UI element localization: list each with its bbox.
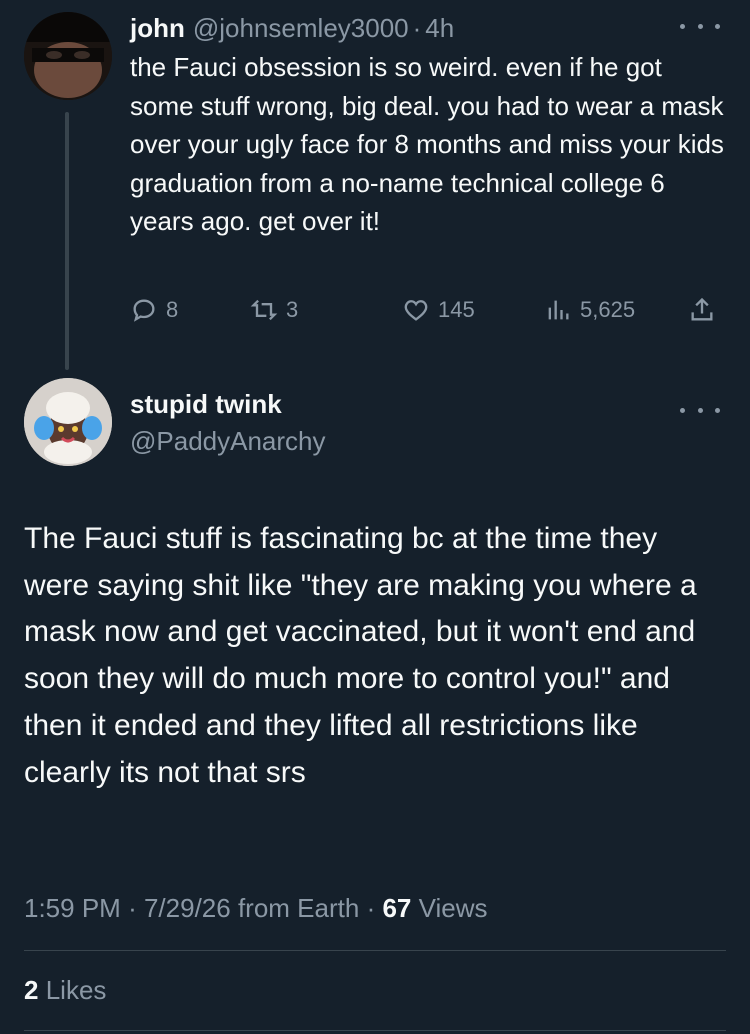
- retweet-button[interactable]: 3: [250, 290, 298, 330]
- tweet-views-label: Views: [418, 893, 488, 923]
- tweet-source: from Earth: [237, 893, 360, 923]
- share-button[interactable]: [688, 290, 724, 330]
- like-button[interactable]: 145: [402, 290, 475, 330]
- avatar-john[interactable]: [24, 12, 112, 100]
- views-count: 5,625: [580, 297, 636, 322]
- tweet-views-count: 67: [382, 893, 412, 923]
- tweet-detail-view: john @johnsemley3000 · 4h the Fauci obse…: [0, 0, 750, 1034]
- tweet-likes-count: 2: [24, 975, 39, 1005]
- reply-count: 8: [166, 297, 179, 322]
- retweet-icon: [250, 299, 278, 321]
- tweet-likes-summary[interactable]: 2 Likes: [24, 972, 106, 1008]
- main-author-name[interactable]: stupid twink: [130, 388, 282, 420]
- tweet-date[interactable]: 7/29/26: [144, 893, 231, 923]
- meta-separator: ·: [366, 893, 376, 923]
- like-count: 145: [438, 297, 475, 322]
- thread-connector-line: [65, 112, 69, 370]
- share-icon: [691, 297, 713, 321]
- more-options-icon[interactable]: [680, 398, 720, 422]
- tweet-likes-label: Likes: [45, 975, 107, 1005]
- header-separator: ·: [412, 13, 422, 43]
- reply-tweet-text: the Fauci obsession is so weird. even if…: [130, 52, 724, 236]
- tweet-metadata: 1:59 PM · 7/29/26 from Earth · 67 Views: [24, 890, 488, 926]
- reply-timestamp[interactable]: 4h: [425, 12, 454, 44]
- more-options-icon[interactable]: [680, 14, 720, 38]
- divider: [24, 1030, 726, 1031]
- main-tweet-text: The Fauci stuff is fascinating bc at the…: [24, 522, 697, 789]
- divider: [24, 950, 726, 951]
- reply-tweet-header: john @johnsemley3000 · 4h: [130, 12, 454, 44]
- reply-icon: [133, 299, 155, 322]
- reply-author-name[interactable]: john: [130, 12, 185, 44]
- views-button[interactable]: 5,625: [544, 290, 635, 330]
- tweet-time[interactable]: 1:59 PM: [24, 893, 121, 923]
- meta-separator: ·: [128, 893, 137, 923]
- avatar-stupid-twink[interactable]: [24, 378, 112, 466]
- retweet-count: 3: [286, 297, 299, 322]
- reply-action-bar: 8 3 145 5,625: [130, 290, 730, 330]
- views-icon: [548, 300, 569, 320]
- reply-author-handle[interactable]: @johnsemley3000: [193, 12, 409, 44]
- reply-button[interactable]: 8: [130, 290, 178, 330]
- like-icon: [404, 300, 428, 321]
- main-author-handle[interactable]: @PaddyAnarchy: [130, 425, 326, 457]
